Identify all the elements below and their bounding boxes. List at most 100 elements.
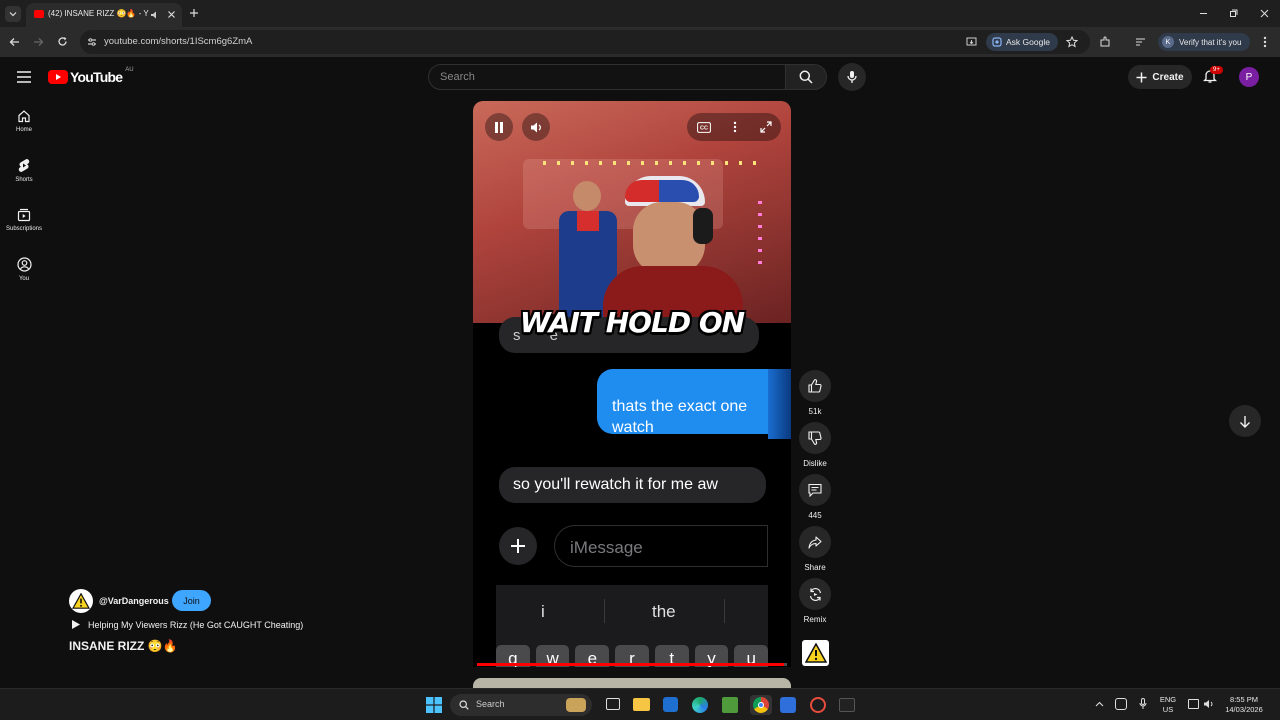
edge-icon[interactable] — [692, 697, 708, 713]
sidebar-item-you[interactable]: You — [0, 257, 48, 282]
forward-icon[interactable] — [33, 37, 44, 47]
verify-identity-button[interactable]: K Verify that it's you — [1158, 33, 1250, 51]
video-progress-fill — [477, 663, 784, 666]
sidebar-label-subscriptions: Subscriptions — [5, 226, 43, 232]
profile-initial: K — [1165, 38, 1171, 46]
reload-icon[interactable] — [57, 36, 68, 47]
restore-icon[interactable] — [1229, 9, 1238, 18]
channel-thumbnail-icon[interactable] — [802, 640, 829, 666]
windows-start-icon[interactable] — [426, 697, 442, 713]
bookmark-star-icon[interactable] — [1066, 36, 1078, 48]
new-tab-icon[interactable] — [189, 8, 199, 18]
volume-button[interactable] — [522, 113, 550, 141]
join-button[interactable]: Join — [172, 590, 211, 611]
search-button[interactable] — [785, 64, 827, 90]
captions-button[interactable]: CC — [695, 118, 713, 136]
chrome-icon[interactable] — [750, 695, 772, 715]
tab-search-button[interactable] — [5, 6, 21, 22]
browser-menu-icon[interactable] — [1262, 36, 1268, 48]
install-app-icon[interactable] — [966, 37, 977, 47]
app-icon-blue[interactable] — [780, 697, 796, 713]
sidebar-item-home[interactable]: Home — [0, 109, 48, 133]
playlist-link[interactable]: Helping My Viewers Rizz (He Got CAUGHT C… — [71, 619, 303, 630]
dislike-button[interactable] — [799, 422, 831, 454]
next-short-button[interactable] — [1229, 405, 1261, 437]
share-button[interactable] — [799, 526, 831, 558]
play-icon — [72, 620, 80, 629]
plus-icon — [1136, 72, 1147, 82]
dislike-action[interactable]: Dislike — [799, 422, 831, 468]
tab-audio-icon[interactable] — [150, 10, 160, 20]
extensions-icon[interactable] — [1099, 36, 1111, 48]
imessage-screenshot: s e thats the exact one watch so you'll … — [496, 317, 769, 667]
input-language[interactable]: ENG US — [1156, 695, 1180, 715]
like-button[interactable] — [799, 370, 831, 402]
account-avatar[interactable]: P — [1239, 67, 1259, 87]
sidebar-item-shorts[interactable]: Shorts — [0, 158, 48, 183]
shorts-video-player[interactable]: CC s e thats the exact one watch so you'… — [473, 101, 791, 667]
next-short-preview[interactable] — [473, 678, 791, 688]
channel-avatar[interactable] — [69, 589, 93, 613]
ask-google-button[interactable]: Ask Google — [986, 33, 1058, 51]
like-action[interactable]: 51k — [799, 370, 831, 416]
channel-handle[interactable]: @VarDangerous — [99, 596, 169, 606]
create-label: Create — [1152, 71, 1184, 83]
notification-badge: 9+ — [1210, 66, 1223, 74]
comments-action[interactable]: 445 — [799, 474, 831, 520]
task-view-icon[interactable] — [606, 698, 620, 710]
site-info-icon[interactable] — [87, 37, 97, 47]
you-icon — [16, 257, 32, 272]
tray-app-icon[interactable] — [1115, 698, 1127, 710]
sidebar-label-shorts: Shorts — [15, 177, 33, 183]
fullscreen-button[interactable] — [757, 118, 775, 136]
share-icon — [808, 535, 822, 549]
notifications-button[interactable]: 9+ — [1203, 66, 1223, 87]
search-input[interactable]: Search — [428, 64, 786, 90]
app-icon-red[interactable] — [810, 697, 826, 713]
tab-close-icon[interactable] — [167, 10, 176, 19]
microsoft-store-icon[interactable] — [663, 697, 678, 712]
share-action[interactable]: Share — [799, 526, 831, 572]
imessage-placeholder: iMessage — [570, 538, 643, 557]
sent-message-bubble: thats the exact one watch — [597, 369, 768, 436]
network-icon[interactable] — [1188, 699, 1199, 709]
clock-time: 8:55 PM — [1230, 695, 1258, 704]
youtube-logo-icon — [48, 70, 68, 84]
comment-icon — [808, 483, 822, 497]
address-bar[interactable]: youtube.com/shorts/1IScm6g6ZmA Ask Googl… — [80, 30, 1090, 54]
taskbar-search[interactable]: Search — [450, 694, 592, 716]
remix-button[interactable] — [799, 578, 831, 610]
file-explorer-icon[interactable] — [633, 698, 650, 711]
minecraft-icon[interactable] — [722, 697, 738, 713]
plus-icon — [511, 539, 525, 553]
lang-top: ENG — [1159, 695, 1177, 704]
clock[interactable]: 8:55 PM 14/03/2026 — [1220, 695, 1268, 715]
create-button[interactable]: Create — [1128, 65, 1192, 89]
back-icon[interactable] — [9, 37, 20, 47]
sidebar-item-subscriptions[interactable]: Subscriptions — [0, 208, 48, 232]
more-options-button[interactable] — [726, 118, 744, 136]
minimize-icon[interactable] — [1199, 9, 1208, 18]
close-window-icon[interactable] — [1260, 9, 1269, 18]
tray-microphone-icon[interactable] — [1139, 698, 1147, 710]
pause-button[interactable] — [485, 113, 513, 141]
hamburger-menu-icon[interactable] — [17, 71, 31, 83]
speaker-icon[interactable] — [1203, 699, 1214, 709]
terminal-icon[interactable] — [839, 698, 855, 712]
keyboard-area: i the q w e r t y u — [496, 585, 769, 667]
thumbs-down-icon — [808, 431, 822, 445]
youtube-logo[interactable]: YouTube AU — [48, 67, 134, 85]
more-vert-icon — [733, 121, 737, 133]
string-lights — [543, 161, 763, 165]
voice-search-button[interactable] — [838, 63, 866, 91]
url-text: youtube.com/shorts/1IScm6g6ZmA — [104, 36, 253, 47]
google-lens-icon — [992, 37, 1002, 47]
active-tab[interactable]: (42) INSANE RIZZ 😳🔥 - Y — [26, 3, 182, 27]
comments-button[interactable] — [799, 474, 831, 506]
blue-edge-glow — [768, 369, 791, 439]
remix-action[interactable]: Remix — [799, 578, 831, 624]
video-progress-track[interactable] — [477, 663, 787, 666]
tray-chevron-up-icon[interactable] — [1095, 701, 1104, 707]
reading-list-icon[interactable] — [1135, 37, 1146, 47]
tab-title: (42) INSANE RIZZ 😳🔥 - Y — [48, 9, 149, 18]
